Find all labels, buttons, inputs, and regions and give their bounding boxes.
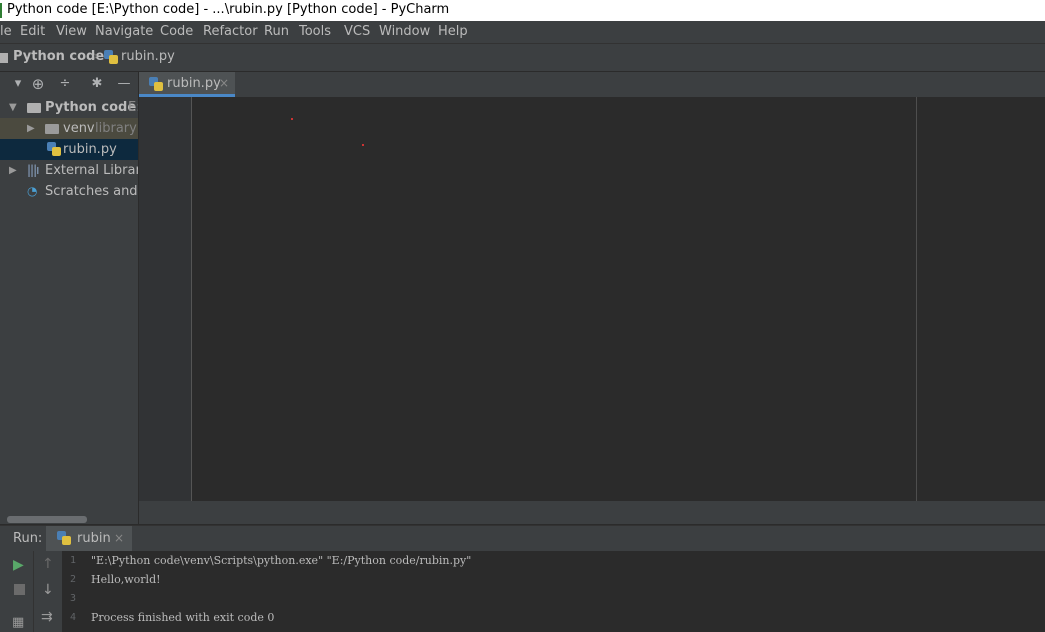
collapse-arrow-icon[interactable]: ▶ [9, 160, 19, 181]
tree-external-label: External Librarie [45, 163, 138, 178]
project-horizontal-scrollbar[interactable] [7, 516, 87, 523]
navigation-bar: Python code › rubin.py [0, 44, 1045, 72]
tree-item-external-libraries[interactable]: ▶ |||ı External Librarie [0, 160, 138, 181]
run-panel-header: Run: rubin × [0, 525, 1045, 552]
close-tab-icon[interactable]: × [114, 531, 124, 545]
scratches-icon: ◔ [27, 184, 38, 198]
caret-marker-icon [362, 144, 364, 146]
run-tab-rubin[interactable]: rubin × [46, 526, 132, 552]
menu-help[interactable]: Help [438, 24, 468, 40]
settings-gear-icon[interactable]: ✱ [89, 76, 105, 92]
python-file-icon [104, 50, 118, 64]
menu-edit[interactable]: Edit [20, 24, 45, 40]
menu-run[interactable]: Run [264, 24, 289, 40]
menu-view[interactable]: View [56, 24, 87, 40]
menu-file[interactable]: le [0, 24, 12, 40]
run-label: Run: [13, 531, 43, 546]
editor-tab-label: rubin.py [167, 76, 221, 91]
tree-root-path: E: [128, 100, 138, 115]
tree-venv-label: venv [63, 121, 95, 136]
menu-code[interactable]: Code [160, 24, 193, 40]
console-line-numbers: 1 2 3 4 [62, 551, 84, 632]
scroll-from-source-icon[interactable]: ⊕ [30, 76, 46, 92]
line-number: 1 [69, 555, 76, 566]
soft-wrap-icon[interactable]: ⇉ [41, 609, 53, 625]
breadcrumb-file[interactable]: rubin.py [121, 49, 175, 64]
app-icon [0, 3, 2, 18]
python-file-icon [149, 77, 163, 91]
console-line: Process finished with exit code 0 [91, 611, 275, 624]
stop-icon[interactable] [14, 584, 25, 595]
console-line: "E:\Python code\venv\Scripts\python.exe"… [91, 554, 472, 567]
menu-navigate[interactable]: Navigate [95, 24, 153, 40]
folder-icon [27, 103, 41, 113]
library-icon: |||ı [27, 163, 40, 177]
tree-scratches-label: Scratches and C [45, 184, 138, 199]
scroll-down-arrow-icon[interactable]: ↓ [42, 582, 54, 598]
tree-root-label: Python code [45, 100, 137, 115]
close-tab-icon[interactable]: × [219, 76, 229, 90]
python-file-icon [57, 531, 71, 545]
project-panel: ▾ ⊕ ÷ ✱ — ▼ Python code E: ▶ venv librar… [0, 72, 139, 524]
breadcrumb-project[interactable]: Python code [13, 49, 104, 64]
tree-item-rubin[interactable]: rubin.py [0, 139, 138, 160]
tree-file-label: rubin.py [63, 142, 117, 157]
scroll-up-arrow-icon[interactable]: ↑ [42, 556, 54, 572]
python-file-icon [47, 142, 61, 156]
rerun-play-icon[interactable]: ▶ [13, 557, 24, 573]
run-toolbar: ▶ ▦ ↑ ↓ ⇉ [0, 551, 62, 632]
editor-tab-rubin[interactable]: rubin.py × [139, 72, 235, 97]
run-tab-label: rubin [77, 531, 111, 546]
hide-panel-icon[interactable]: — [116, 76, 132, 92]
layout-grid-icon[interactable]: ▦ [12, 615, 24, 630]
editor-gutter [139, 97, 192, 501]
collapse-arrow-icon[interactable]: ▶ [27, 118, 37, 139]
folder-icon [0, 51, 8, 65]
line-number: 4 [69, 612, 76, 623]
menu-vcs[interactable]: VCS [344, 24, 370, 40]
expand-arrow-icon[interactable]: ▼ [9, 97, 19, 118]
code-editor[interactable] [192, 97, 1045, 501]
tree-item-scratches[interactable]: ◔ Scratches and C [0, 181, 138, 202]
tree-item-venv[interactable]: ▶ venv library r [0, 118, 138, 139]
run-console-output[interactable]: "E:\Python code\venv\Scripts\python.exe"… [84, 551, 1045, 632]
menu-refactor[interactable]: Refactor [203, 24, 258, 40]
tree-item-root[interactable]: ▼ Python code E: [0, 97, 138, 118]
console-line: Hello,world! [91, 573, 161, 586]
line-number: 2 [69, 574, 76, 585]
project-toolbar: ▾ ⊕ ÷ ✱ — [0, 72, 138, 96]
menu-tools[interactable]: Tools [299, 24, 331, 40]
folder-icon [45, 124, 59, 134]
right-margin-guide [916, 97, 917, 501]
window-title: Python code [E:\Python code] - ...\rubin… [7, 2, 450, 17]
caret-marker-icon [291, 118, 293, 120]
line-number: 3 [69, 593, 76, 604]
tree-venv-hint: library r [95, 121, 138, 136]
project-view-icon[interactable]: ▾ [10, 76, 26, 92]
editor-horizontal-scroll-area[interactable] [139, 501, 1045, 524]
collapse-all-icon[interactable]: ÷ [57, 76, 73, 92]
editor-tab-bar: rubin.py × [139, 72, 1045, 98]
menu-window[interactable]: Window [379, 24, 430, 40]
window-title-bar: Python code [E:\Python code] - ...\rubin… [0, 0, 1045, 21]
breadcrumb-separator-icon: › [93, 49, 99, 64]
menu-bar: le Edit View Navigate Code Refactor Run … [0, 21, 1045, 44]
